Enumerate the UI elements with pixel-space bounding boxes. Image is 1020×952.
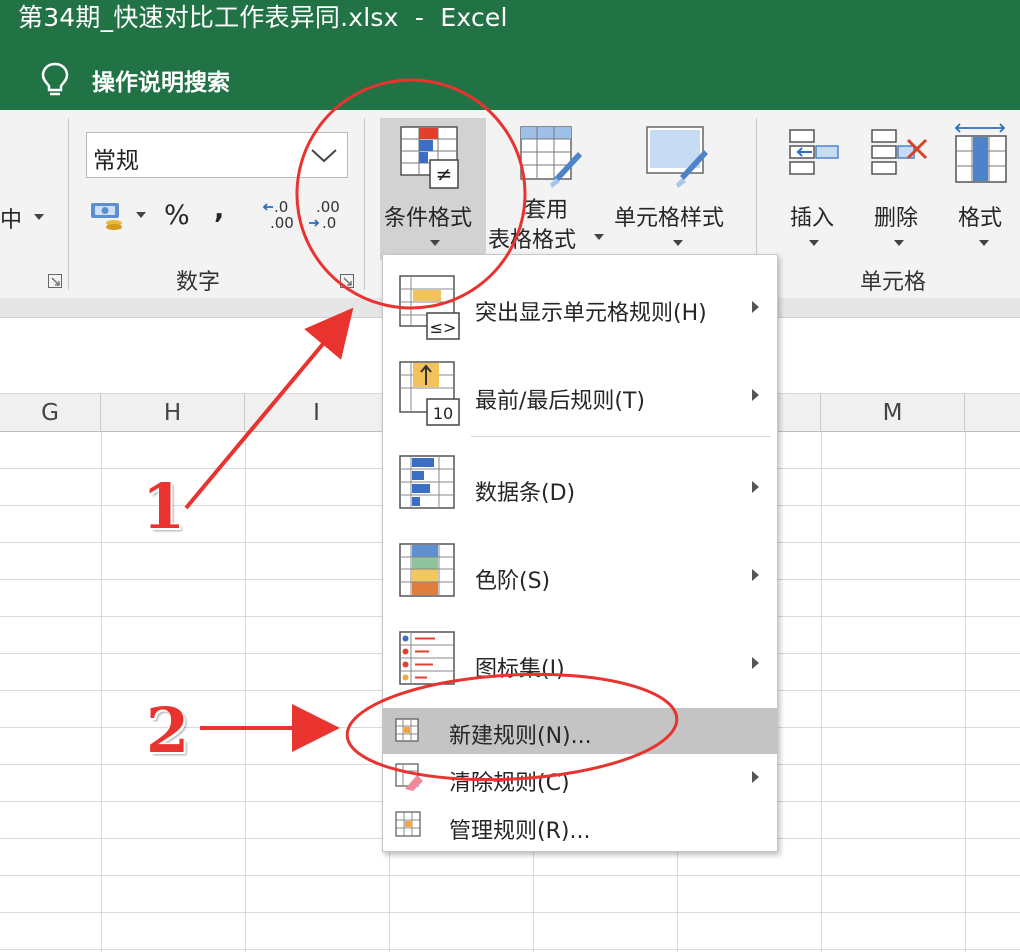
chevron-down-icon[interactable] bbox=[136, 212, 146, 218]
format-cells-button[interactable]: 格式 bbox=[946, 118, 1014, 260]
tell-me-label: 操作说明搜索 bbox=[92, 70, 230, 96]
dialog-launcher-icon[interactable] bbox=[340, 274, 354, 288]
arrow-right-icon bbox=[309, 219, 320, 227]
step-number-1: 1 bbox=[142, 470, 186, 543]
conditional-formatting-menu: ≤> 突出显示单元格规则(H) 10 最前/最后规则(T) 数据条(D) 色阶(… bbox=[382, 254, 778, 852]
title-bar: 第34期_快速对比工作表异同.xlsx - Excel 操作说明搜索 bbox=[0, 0, 1020, 110]
chevron-down-icon bbox=[311, 149, 337, 163]
conditional-formatting-label: 条件格式 bbox=[384, 206, 473, 231]
cell-styles-button[interactable]: 单元格样式 bbox=[612, 118, 742, 260]
delete-cells-icon bbox=[871, 129, 928, 175]
cells-group-label: 单元格 bbox=[860, 270, 927, 295]
menu-item-label: 管理规则(R)... bbox=[449, 819, 591, 844]
dialog-launcher-icon[interactable] bbox=[48, 274, 62, 288]
menu-item-label: 图标集(I) bbox=[475, 657, 565, 682]
conditional-formatting-button[interactable]: ≠ 条件格式 bbox=[380, 118, 486, 260]
number-group-label: 数字 bbox=[176, 270, 221, 295]
column-header-g[interactable]: G bbox=[0, 394, 101, 432]
icon-sets-icon bbox=[399, 631, 455, 685]
insert-cells-icon bbox=[789, 129, 839, 175]
insert-label: 插入 bbox=[790, 206, 835, 231]
submenu-arrow-icon bbox=[752, 481, 759, 493]
data-bars-icon bbox=[399, 455, 455, 509]
menu-item-label: 清除规则(C) bbox=[449, 771, 570, 796]
highlight-cells-rules-icon: ≤> bbox=[399, 275, 460, 340]
menu-item-clear-rules[interactable]: 清除规则(C) bbox=[383, 755, 777, 801]
increase-decimal-button[interactable]: .0 .00 bbox=[262, 198, 298, 234]
menu-item-top-bottom-rules[interactable]: 10 最前/最后规则(T) bbox=[383, 353, 777, 439]
chevron-down-icon bbox=[594, 234, 604, 240]
decrease-decimal-bottom: .0 bbox=[322, 214, 337, 232]
accounting-format-icon[interactable] bbox=[90, 198, 126, 232]
number-format-value: 常规 bbox=[93, 148, 139, 174]
format-as-table-label-line2: 表格格式 bbox=[488, 228, 577, 253]
menu-item-label: 突出显示单元格规则(H) bbox=[475, 301, 707, 326]
merge-center-partial-button[interactable]: 中 bbox=[0, 202, 22, 234]
menu-item-label: 色阶(S) bbox=[475, 569, 551, 594]
menu-item-manage-rules[interactable]: 管理规则(R)... bbox=[383, 803, 777, 849]
top-bottom-rules-icon: 10 bbox=[399, 361, 460, 426]
format-as-table-label-line1: 套用 bbox=[524, 198, 569, 223]
cell-styles-icon bbox=[646, 126, 708, 188]
format-label: 格式 bbox=[958, 206, 1003, 231]
chevron-down-icon bbox=[430, 240, 440, 246]
clear-rules-icon bbox=[395, 763, 423, 791]
column-header-m[interactable]: M bbox=[821, 394, 965, 432]
ribbon-separator bbox=[68, 118, 69, 290]
cell-styles-label: 单元格样式 bbox=[614, 206, 725, 231]
window-title: 第34期_快速对比工作表异同.xlsx - Excel bbox=[18, 3, 508, 32]
menu-separator bbox=[471, 436, 771, 437]
step-number-2: 2 bbox=[146, 694, 190, 767]
top-ten-badge: 10 bbox=[433, 404, 453, 423]
arrow-left-icon bbox=[262, 203, 273, 211]
submenu-arrow-icon bbox=[752, 771, 759, 783]
menu-item-label: 数据条(D) bbox=[475, 481, 576, 506]
format-as-table-icon bbox=[520, 126, 582, 188]
percent-style-button[interactable]: % bbox=[164, 200, 190, 231]
decrease-decimal-button[interactable]: .00 .0 bbox=[308, 198, 344, 234]
menu-item-icon-sets[interactable]: 图标集(I) bbox=[383, 619, 777, 707]
manage-rules-icon bbox=[395, 811, 421, 837]
submenu-arrow-icon bbox=[752, 569, 759, 581]
menu-item-new-rule[interactable]: 新建规则(N)... bbox=[383, 708, 777, 754]
comma-style-button[interactable]: , bbox=[214, 194, 224, 225]
chevron-down-icon bbox=[979, 240, 989, 246]
format-as-table-button[interactable]: 套用 表格格式 bbox=[488, 118, 608, 260]
svg-text:≠: ≠ bbox=[436, 162, 453, 186]
increase-decimal-bottom: .00 bbox=[270, 214, 294, 232]
chevron-down-icon bbox=[894, 240, 904, 246]
insert-cells-button[interactable]: 插入 bbox=[780, 118, 848, 260]
menu-item-label: 新建规则(N)... bbox=[449, 724, 592, 749]
menu-item-highlight-cells-rules[interactable]: ≤> 突出显示单元格规则(H) bbox=[383, 265, 777, 353]
number-format-combo[interactable]: 常规 bbox=[86, 132, 348, 178]
color-scales-icon bbox=[399, 543, 455, 597]
submenu-arrow-icon bbox=[752, 301, 759, 313]
chevron-down-icon bbox=[809, 240, 819, 246]
column-header-i[interactable]: I bbox=[245, 394, 389, 432]
menu-item-label: 最前/最后规则(T) bbox=[475, 389, 646, 414]
chevron-down-icon[interactable] bbox=[34, 214, 44, 220]
column-header-h[interactable]: H bbox=[101, 394, 245, 432]
chevron-down-icon bbox=[673, 240, 683, 246]
new-rule-icon bbox=[395, 718, 419, 742]
submenu-arrow-icon bbox=[752, 657, 759, 669]
delete-cells-button[interactable]: 删除 bbox=[862, 118, 936, 260]
menu-item-data-bars[interactable]: 数据条(D) bbox=[383, 441, 777, 531]
conditional-formatting-icon: ≠ bbox=[400, 126, 459, 189]
lightbulb-icon bbox=[41, 62, 69, 96]
tell-me-box[interactable]: 操作说明搜索 bbox=[40, 60, 230, 100]
ribbon-separator bbox=[364, 118, 365, 290]
number-format-dropdown[interactable] bbox=[301, 133, 347, 177]
svg-text:≤>: ≤> bbox=[430, 318, 457, 337]
submenu-arrow-icon bbox=[752, 389, 759, 401]
column-header-n[interactable] bbox=[965, 394, 1020, 432]
delete-label: 删除 bbox=[874, 206, 919, 231]
menu-item-color-scales[interactable]: 色阶(S) bbox=[383, 531, 777, 619]
format-cells-icon bbox=[954, 123, 1007, 183]
